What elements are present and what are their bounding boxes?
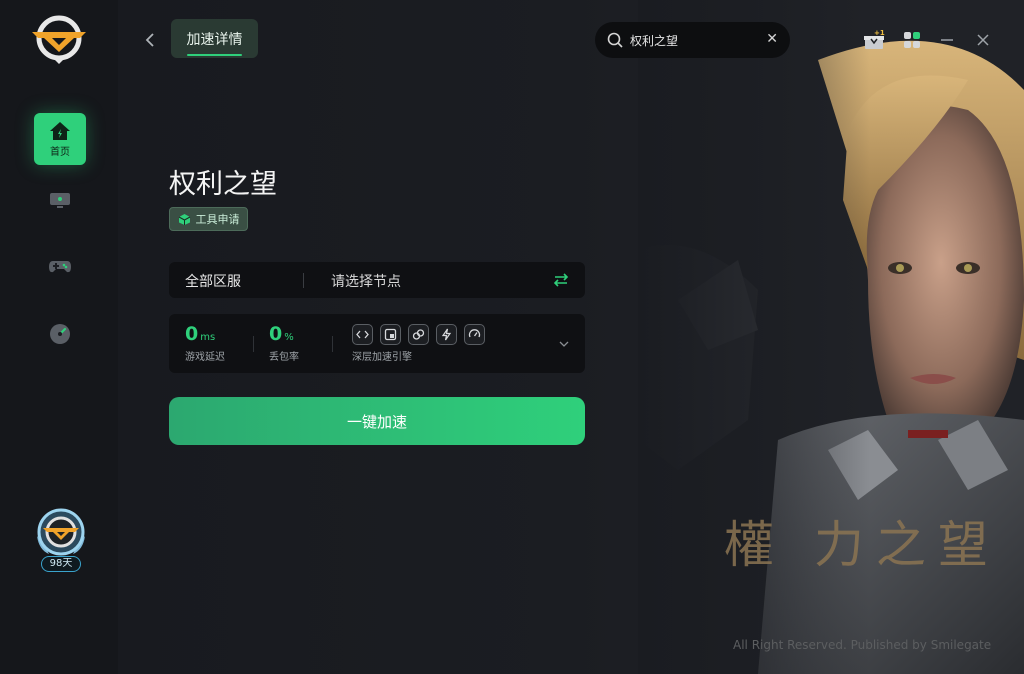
member-days-label: 98天 xyxy=(41,556,81,572)
close-icon xyxy=(977,34,989,46)
packet-loss-label: 丢包率 xyxy=(269,352,299,363)
tool-request-badge[interactable]: 工具申请 xyxy=(169,207,248,231)
svg-text:+1: +1 xyxy=(874,29,885,37)
tab-boost-details[interactable]: 加速详情 xyxy=(171,19,258,58)
cube-icon xyxy=(178,213,190,225)
chevron-left-icon xyxy=(145,33,154,47)
engine-feature-5[interactable] xyxy=(464,324,485,345)
latency-label: 游戏延迟 xyxy=(185,352,225,363)
clear-search-icon[interactable]: ✕ xyxy=(766,31,778,47)
engine-feature-1[interactable] xyxy=(352,324,373,345)
latency-number: 0 xyxy=(185,323,199,345)
tab-label: 加速详情 xyxy=(186,31,243,48)
gamepad-icon xyxy=(49,261,71,273)
artwork-copyright: All Right Reserved. Published by Smilega… xyxy=(733,638,992,652)
gauge-icon xyxy=(468,329,481,338)
sidebar-item-devices[interactable] xyxy=(34,174,86,226)
packet-loss-number: 0 xyxy=(269,323,283,345)
divider xyxy=(303,273,304,288)
sidebar-item-speedtest[interactable] xyxy=(34,308,86,360)
monitor-icon xyxy=(50,193,70,208)
one-click-boost-button[interactable]: 一键加速 xyxy=(169,397,585,445)
latency-value: 0 ms xyxy=(185,323,215,345)
server-node-selector[interactable]: 全部区服 请选择节点 xyxy=(169,262,585,298)
divider xyxy=(332,336,333,352)
game-title: 权利之望 xyxy=(169,169,277,200)
network-stats-panel[interactable]: 0 ms 游戏延迟 0% 丢包率 深层加速引擎 xyxy=(169,314,585,373)
engine-feature-2[interactable] xyxy=(380,324,401,345)
node-select[interactable]: 请选择节点 xyxy=(331,271,401,291)
member-badge[interactable]: 98天 xyxy=(33,506,89,576)
badge-label: 工具申请 xyxy=(195,213,240,226)
sidebar-item-home[interactable]: 首页 xyxy=(34,113,86,165)
search-bar[interactable]: ✕ xyxy=(595,22,790,58)
packet-loss-value: 0% xyxy=(269,323,294,345)
engine-label: 深层加速引擎 xyxy=(352,352,412,363)
membership-emblem-icon xyxy=(37,508,85,556)
link-icon xyxy=(412,329,425,340)
apps-button[interactable] xyxy=(901,29,923,51)
sidebar-item-label: 首页 xyxy=(50,146,70,158)
main-content: 權 力之望 All Right Reserved. Published by S… xyxy=(118,0,1024,674)
game-artwork: 權 力之望 All Right Reserved. Published by S… xyxy=(638,0,1024,674)
swap-icon[interactable] xyxy=(553,272,569,288)
gift-box-icon: +1 xyxy=(864,29,885,49)
code-brackets-icon xyxy=(356,330,369,339)
divider xyxy=(253,336,254,352)
artwork-title-logo: 權 力之望 xyxy=(724,516,1000,574)
apps-grid-icon xyxy=(904,32,920,48)
engine-feature-3[interactable] xyxy=(408,324,429,345)
home-icon xyxy=(50,121,70,140)
chevron-down-icon xyxy=(559,341,569,347)
gift-box-button[interactable]: +1 xyxy=(863,29,885,51)
lightning-icon xyxy=(441,328,452,341)
close-button[interactable] xyxy=(972,29,994,51)
packet-loss-unit: % xyxy=(284,332,294,343)
search-input[interactable] xyxy=(630,33,760,47)
back-button[interactable] xyxy=(140,28,160,52)
search-icon xyxy=(607,32,623,48)
engine-feature-4[interactable] xyxy=(436,324,457,345)
speedometer-icon xyxy=(50,324,70,344)
expand-stats-button[interactable] xyxy=(559,336,569,350)
window-icon xyxy=(384,328,397,341)
minimize-icon xyxy=(941,39,953,41)
latency-unit: ms xyxy=(200,332,216,343)
sidebar-item-games[interactable] xyxy=(34,240,86,292)
minimize-button[interactable] xyxy=(936,29,958,51)
region-select[interactable]: 全部区服 xyxy=(185,271,241,291)
app-logo xyxy=(30,14,88,66)
tab-active-indicator xyxy=(187,54,242,56)
sidebar: 首页 98天 xyxy=(0,0,118,674)
